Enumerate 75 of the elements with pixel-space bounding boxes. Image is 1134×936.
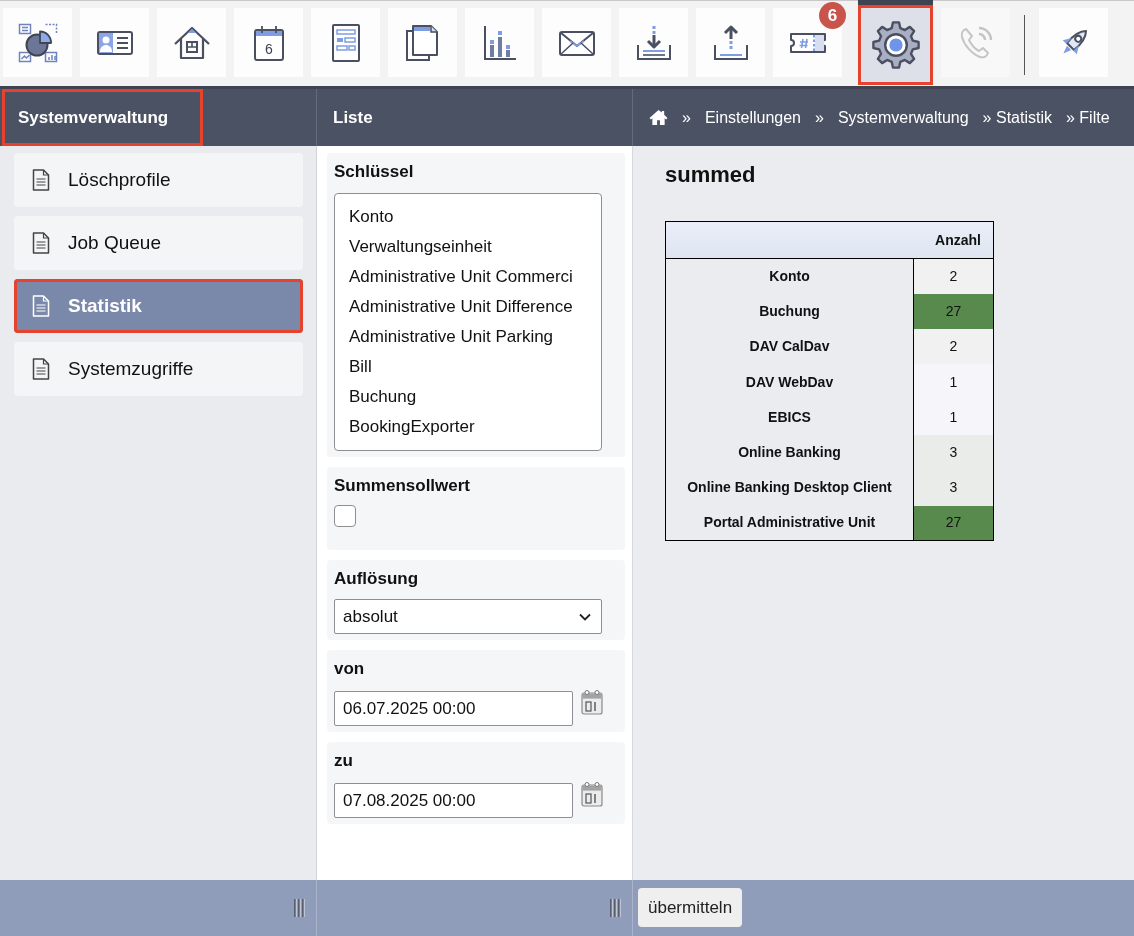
toolbar-button[interactable] bbox=[157, 8, 226, 77]
table-cell: 3 bbox=[913, 435, 994, 471]
table-cell: 27 bbox=[913, 505, 994, 541]
document-icon bbox=[32, 169, 50, 191]
calendar-icon[interactable] bbox=[581, 689, 603, 715]
panel-title: Systemverwaltung bbox=[2, 89, 203, 146]
resize-grip-icon[interactable] bbox=[293, 898, 305, 918]
row-label: DAV WebDav bbox=[665, 364, 914, 400]
field-label: Auflösung bbox=[334, 569, 420, 589]
field-label: zu bbox=[334, 751, 354, 771]
sidebar-item[interactable]: Löschprofile bbox=[14, 153, 303, 207]
toolbar-button[interactable] bbox=[388, 8, 457, 77]
notification-badge: 6 bbox=[819, 2, 846, 29]
breadcrumb-link[interactable]: » Statistik bbox=[982, 105, 1052, 130]
sidebar-item[interactable]: Statistik bbox=[14, 279, 303, 333]
dropdown-field[interactable]: absolut bbox=[334, 599, 602, 634]
settings-icon[interactable] bbox=[871, 21, 920, 69]
column-header: Anzahl bbox=[913, 221, 994, 259]
list-option[interactable]: Administrative Unit Parking bbox=[349, 322, 601, 352]
table-cell: 1 bbox=[913, 399, 994, 435]
row-label: Portal Administrative Unit bbox=[665, 505, 914, 541]
row-label: Buchung bbox=[665, 293, 914, 330]
field-label: von bbox=[334, 659, 366, 679]
sidebar-item[interactable]: Job Queue bbox=[14, 216, 303, 270]
breadcrumb-link[interactable]: Systemverwaltung bbox=[837, 105, 969, 130]
resize-grip-icon[interactable] bbox=[609, 898, 621, 918]
table-cell: 1 bbox=[913, 364, 994, 400]
list-option[interactable]: Konto bbox=[349, 202, 601, 232]
table-cell: 2 bbox=[913, 329, 994, 365]
toolbar-button[interactable] bbox=[311, 8, 380, 77]
list-option[interactable]: BookingExporter bbox=[349, 412, 601, 442]
toolbar-button[interactable] bbox=[542, 8, 611, 77]
toolbar-button[interactable] bbox=[80, 8, 149, 77]
document-icon bbox=[32, 232, 50, 254]
panel-title: Liste bbox=[332, 106, 374, 129]
list-option[interactable]: Verwaltungseinheit bbox=[349, 232, 601, 262]
calendar-icon[interactable] bbox=[581, 781, 603, 807]
submit-button[interactable]: übermitteln bbox=[638, 888, 743, 927]
listbox-field[interactable]: Konto Verwaltungseinheit Administrative Unit Commerci Administrative Unit Difference Administrative Unit Parking Bill Buchung BookingExporter bbox=[334, 193, 602, 451]
breadcrumb-link[interactable]: » bbox=[682, 105, 691, 130]
breadcrumb-link[interactable]: » Filte bbox=[1065, 105, 1110, 130]
row-label: Konto bbox=[665, 258, 914, 294]
toolbar-button[interactable]: 6 bbox=[773, 1, 846, 77]
row-label: DAV CalDav bbox=[665, 329, 914, 365]
result-title: summed bbox=[665, 162, 757, 188]
document-icon bbox=[32, 358, 50, 380]
toolbar-button[interactable]: 6 bbox=[234, 8, 303, 77]
document-icon bbox=[32, 295, 50, 317]
toolbar-button[interactable] bbox=[3, 8, 72, 77]
breadcrumb-link[interactable]: » bbox=[815, 105, 824, 130]
toolbar-button[interactable] bbox=[858, 0, 933, 85]
dashboard-icon[interactable] bbox=[17, 22, 58, 63]
date-input-field[interactable]: 06.07.2025 00:00 bbox=[334, 691, 573, 726]
sidebar-item[interactable]: Systemzugriffe bbox=[14, 342, 303, 396]
field-label: Summensollwert bbox=[334, 476, 472, 496]
table-cell: 3 bbox=[913, 470, 994, 506]
row-label: EBICS bbox=[665, 399, 914, 435]
table-cell: 27 bbox=[913, 293, 994, 330]
table-cell: 2 bbox=[913, 258, 994, 294]
toolbar-button[interactable] bbox=[696, 8, 765, 77]
breadcrumb-link[interactable]: Einstellungen bbox=[704, 105, 801, 130]
chevron-down-icon[interactable] bbox=[579, 612, 591, 621]
list-option[interactable]: Administrative Unit Commerci bbox=[349, 262, 601, 292]
date-input-field[interactable]: 07.08.2025 00:00 bbox=[334, 783, 573, 818]
field-label: Schlüssel bbox=[334, 162, 415, 182]
list-option[interactable]: Buchung bbox=[349, 382, 601, 412]
list-option[interactable]: Bill bbox=[349, 352, 601, 382]
checkbox[interactable] bbox=[334, 505, 356, 527]
toolbar-button[interactable] bbox=[619, 8, 688, 77]
home-icon[interactable] bbox=[649, 109, 668, 126]
row-label: Online Banking Desktop Client bbox=[665, 470, 914, 506]
row-label: Online Banking bbox=[665, 435, 914, 471]
toolbar-button[interactable] bbox=[1039, 8, 1108, 77]
toolbar-button[interactable] bbox=[465, 8, 534, 77]
list-option[interactable]: Administrative Unit Difference bbox=[349, 292, 601, 322]
